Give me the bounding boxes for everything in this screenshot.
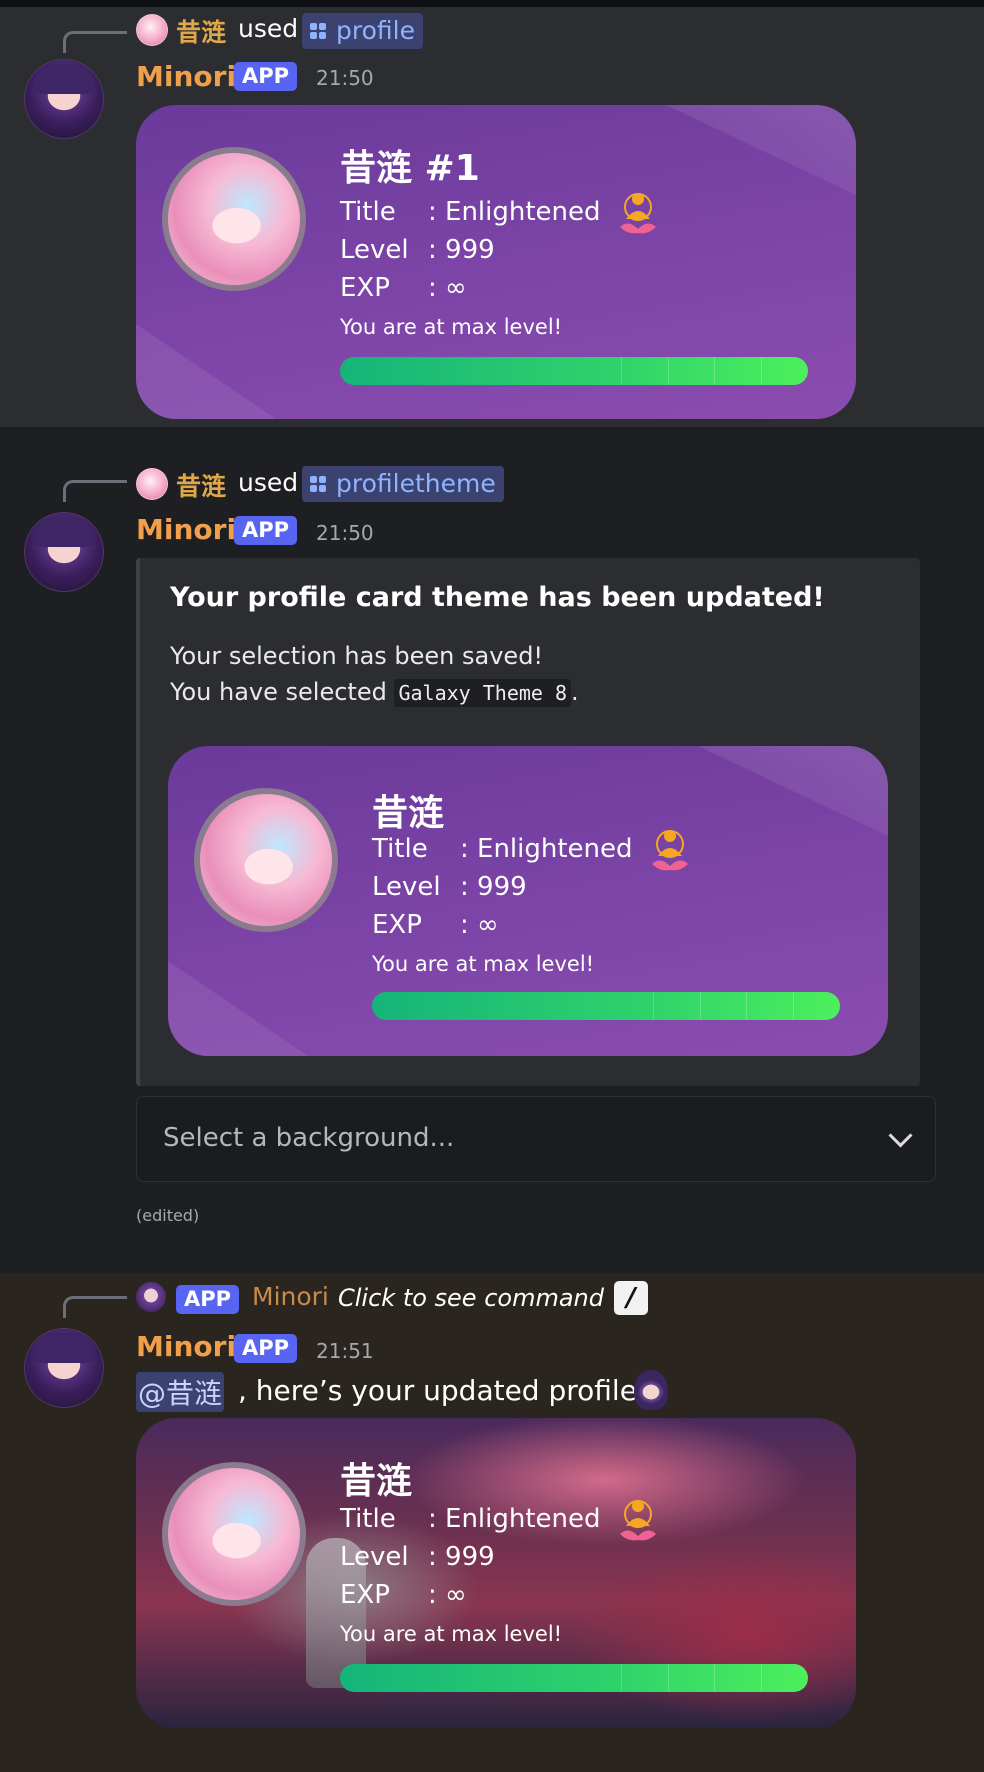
reply-connector [63, 480, 127, 502]
app-badge: APP [176, 1285, 240, 1314]
lotus-meditation-icon [620, 193, 656, 234]
profile-level-row: Level: 999 [340, 235, 495, 265]
profile-card-preview: 昔涟 Title: Enlightened Level: 999 EXP: ∞ … [168, 746, 888, 1056]
theme-embed: Your profile card theme has been updated… [136, 558, 920, 1086]
timestamp: 21:50 [316, 66, 374, 90]
progress-segment [667, 357, 669, 385]
app-badge: APP [234, 62, 298, 91]
author-name[interactable]: Minori [136, 513, 236, 546]
click-to-see-command[interactable]: Click to see command [338, 1284, 604, 1312]
exp-progress-bar [340, 1664, 808, 1692]
reply-bot-name[interactable]: Minori [252, 1282, 329, 1311]
command-grid-icon [310, 476, 326, 492]
profile-name: 昔涟 [340, 1461, 413, 1502]
reply-user-name[interactable]: 昔涟 [176, 467, 226, 503]
embed-title: Your profile card theme has been updated… [170, 582, 825, 613]
max-level-note: You are at max level! [372, 952, 595, 976]
select-placeholder: Select a background... [163, 1123, 455, 1153]
window-top-strip [0, 0, 984, 7]
max-level-note: You are at max level! [340, 315, 563, 339]
progress-segment [620, 1664, 622, 1692]
progress-segment [746, 992, 748, 1020]
profile-level-row: Level: 999 [340, 1542, 495, 1572]
reply-bot-avatar[interactable] [136, 1282, 166, 1312]
exp-progress-bar [340, 357, 808, 385]
progress-segment [714, 1664, 716, 1692]
reply-user-name[interactable]: 昔涟 [176, 13, 226, 49]
reply-used-text: used [238, 14, 299, 43]
profile-exp-row: EXP: ∞ [340, 1580, 467, 1610]
profile-avatar [162, 1462, 306, 1606]
author-name[interactable]: Minori [136, 60, 236, 93]
profile-card-galaxy: 昔涟 Title: Enlightened Level: 999 EXP: ∞ … [136, 1418, 856, 1728]
message-profile: 昔涟 used profile Minori APP 21:50 昔涟 #1 T… [0, 7, 984, 427]
reply-user-avatar[interactable] [136, 468, 168, 500]
profile-exp-row: EXP: ∞ [372, 910, 499, 940]
chevron-down-icon[interactable] [888, 1123, 913, 1148]
embed-line-saved: Your selection has been saved! [170, 642, 544, 670]
progress-segment [714, 357, 716, 385]
progress-segment [667, 1664, 669, 1692]
theme-code: Galaxy Theme 8 [394, 679, 572, 707]
command-grid-icon [310, 23, 326, 39]
reply-connector [63, 31, 127, 53]
command-name: profiletheme [336, 469, 496, 498]
bot-avatar[interactable] [24, 512, 104, 592]
reply-connector [63, 1296, 127, 1318]
profile-avatar [194, 788, 338, 932]
progress-segment [793, 992, 795, 1020]
progress-segment [761, 1664, 763, 1692]
reply-user-avatar[interactable] [136, 14, 168, 46]
bot-avatar[interactable] [24, 1328, 104, 1408]
lotus-meditation-icon [652, 830, 688, 871]
timestamp: 21:51 [316, 1339, 374, 1363]
lotus-meditation-icon [620, 1500, 656, 1541]
max-level-note: You are at max level! [340, 1622, 563, 1646]
profile-level-row: Level: 999 [372, 872, 527, 902]
profile-title-row: Title: Enlightened [340, 1504, 601, 1534]
user-mention[interactable]: @昔涟 [136, 1372, 225, 1412]
command-mention-profiletheme[interactable]: profiletheme [302, 466, 504, 502]
profile-name: 昔涟 #1 [340, 148, 480, 189]
progress-segment [652, 992, 654, 1020]
app-badge: APP [234, 1334, 298, 1363]
command-mention-profile[interactable]: profile [302, 13, 423, 49]
profile-exp-row: EXP: ∞ [340, 273, 467, 303]
profile-avatar [162, 147, 306, 291]
exp-progress-bar [372, 992, 840, 1020]
app-badge: APP [234, 516, 298, 545]
embed-line-selected: You have selected Galaxy Theme 8. [170, 678, 579, 707]
slash-command-icon[interactable]: / [614, 1281, 648, 1315]
profile-card: 昔涟 #1 Title: Enlightened Level: 999 EXP:… [136, 105, 856, 419]
chibi-emoji-icon [634, 1370, 668, 1410]
author-name[interactable]: Minori [136, 1330, 236, 1363]
timestamp: 21:50 [316, 521, 374, 545]
profile-title-row: Title: Enlightened [340, 197, 601, 227]
progress-segment [699, 992, 701, 1020]
profile-name: 昔涟 [372, 793, 445, 834]
progress-segment [620, 357, 622, 385]
background-select[interactable]: Select a background... [136, 1096, 936, 1182]
bot-avatar[interactable] [24, 59, 104, 139]
command-name: profile [336, 16, 415, 45]
profile-title-row: Title: Enlightened [372, 834, 633, 864]
edited-label: (edited) [136, 1206, 200, 1225]
reply-used-text: used [238, 468, 299, 497]
message-text: , here’s your updated profile! [238, 1374, 649, 1407]
progress-segment [761, 357, 763, 385]
